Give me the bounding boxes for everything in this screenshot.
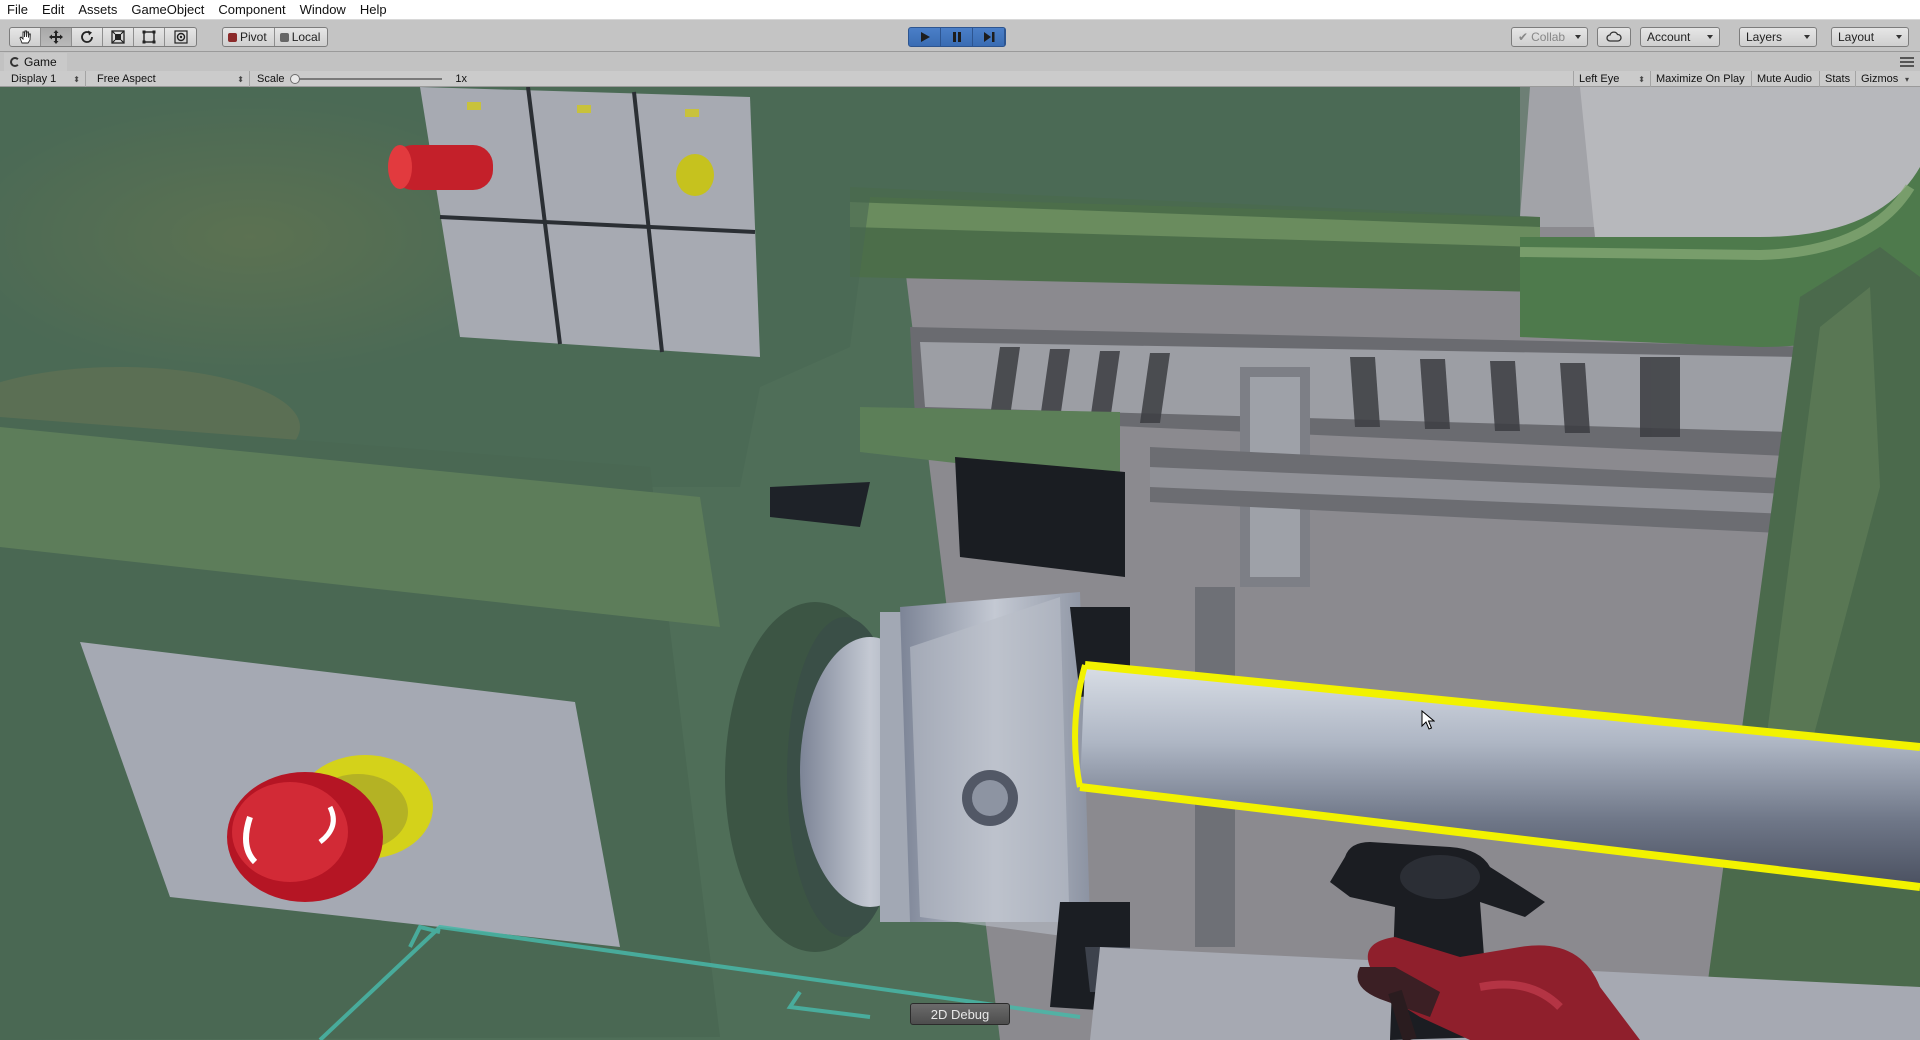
layers-label: Layers [1746, 30, 1783, 44]
gizmos-label: Gizmos [1861, 73, 1899, 85]
move-icon [49, 30, 63, 44]
mouse-cursor [1421, 709, 1436, 733]
check-icon: ✔ [1518, 30, 1529, 44]
chevron-updown-icon: ⬍ [237, 74, 244, 84]
maximize-on-play-toggle[interactable]: Maximize On Play [1651, 71, 1752, 87]
collab-label: Collab [1531, 30, 1566, 44]
chevron-down-icon [1707, 35, 1713, 39]
play-button[interactable] [909, 28, 941, 46]
pivot-toggle[interactable]: Pivot [223, 28, 275, 46]
chevron-updown-icon: ⬍ [73, 74, 80, 84]
stats-toggle[interactable]: Stats [1820, 71, 1856, 87]
mute-audio-toggle[interactable]: Mute Audio [1752, 71, 1820, 87]
menu-edit[interactable]: Edit [35, 0, 71, 20]
game-icon [10, 57, 20, 67]
local-icon [279, 32, 289, 42]
hand-icon [19, 30, 31, 44]
move-tool-button[interactable] [41, 28, 72, 46]
cloud-button[interactable] [1597, 27, 1631, 47]
step-icon [983, 32, 994, 42]
menu-file[interactable]: File [0, 0, 35, 20]
scale-slider-track[interactable] [292, 78, 442, 80]
account-dropdown[interactable]: Account [1640, 27, 1720, 47]
menu-bar: File Edit Assets GameObject Component Wi… [0, 0, 1920, 20]
chevron-down-icon [1896, 35, 1902, 39]
stats-label: Stats [1825, 73, 1851, 85]
step-button[interactable] [973, 28, 1005, 46]
panel-menu-icon[interactable] [1900, 57, 1914, 67]
rect-tool-button[interactable] [134, 28, 165, 46]
chevron-down-icon [1804, 35, 1810, 39]
maximize-label: Maximize On Play [1656, 73, 1745, 85]
mute-label: Mute Audio [1757, 73, 1813, 85]
menu-help[interactable]: Help [353, 0, 394, 20]
vr-scene [0, 87, 1920, 1040]
display-dropdown[interactable]: Display 1 ⬍ [6, 71, 86, 87]
eye-dropdown[interactable]: Left Eye ⬍ [1573, 71, 1651, 87]
cursor-icon [1421, 709, 1436, 730]
rect-icon [142, 30, 156, 44]
play-icon [920, 32, 930, 42]
cloud-icon [1606, 31, 1622, 42]
playback-controls [908, 27, 1006, 47]
menu-window[interactable]: Window [293, 0, 353, 20]
layers-dropdown[interactable]: Layers [1739, 27, 1817, 47]
menu-gameobject[interactable]: GameObject [124, 0, 211, 20]
pause-button[interactable] [941, 28, 973, 46]
layout-label: Layout [1838, 30, 1875, 44]
game-viewport[interactable] [0, 87, 1920, 1040]
tab-game-label: Game [24, 55, 57, 69]
transform-tools [9, 27, 197, 47]
display-label: Display 1 [11, 73, 57, 85]
scale-icon [111, 30, 125, 44]
chevron-updown-icon: ⬍ [1638, 74, 1645, 84]
rotate-icon [81, 30, 93, 43]
tab-game[interactable]: Game [4, 53, 67, 71]
pause-icon [952, 32, 961, 42]
game-options-bar: Display 1 ⬍ Free Aspect ⬍ Scale 1x Left … [0, 71, 1920, 87]
transform-tool-button[interactable] [165, 28, 196, 46]
rotate-tool-button[interactable] [72, 28, 103, 46]
chevron-down-icon [1575, 35, 1581, 39]
transform-icon [173, 30, 188, 44]
layout-dropdown[interactable]: Layout [1831, 27, 1909, 47]
scale-slider-handle[interactable] [290, 74, 300, 84]
menu-assets[interactable]: Assets [71, 0, 124, 20]
eye-label: Left Eye [1579, 73, 1620, 85]
hand-tool-button[interactable] [10, 28, 41, 46]
aspect-label: Free Aspect [97, 73, 156, 85]
game-panel-header: Game [0, 53, 1920, 71]
menu-component[interactable]: Component [211, 0, 292, 20]
main-toolbar: Pivot Local ✔ Collab Account Layers Layo… [0, 20, 1920, 52]
collab-dropdown[interactable]: ✔ Collab [1511, 27, 1588, 47]
scale-value: 1x [455, 73, 467, 85]
gizmos-dropdown[interactable]: Gizmos ▾ [1856, 71, 1914, 87]
local-label: Local [291, 30, 321, 44]
scale-label: Scale [257, 73, 285, 85]
chevron-down-icon: ▾ [1904, 74, 1909, 84]
pivot-icon [228, 32, 237, 42]
scale-tool-button[interactable] [103, 28, 134, 46]
pivot-local-group: Pivot Local [222, 27, 329, 47]
pivot-label: Pivot [240, 30, 267, 44]
account-label: Account [1647, 30, 1691, 44]
local-toggle[interactable]: Local [275, 28, 328, 46]
debug-2d-button[interactable]: 2D Debug [910, 1003, 1010, 1025]
aspect-dropdown[interactable]: Free Aspect ⬍ [92, 71, 250, 87]
